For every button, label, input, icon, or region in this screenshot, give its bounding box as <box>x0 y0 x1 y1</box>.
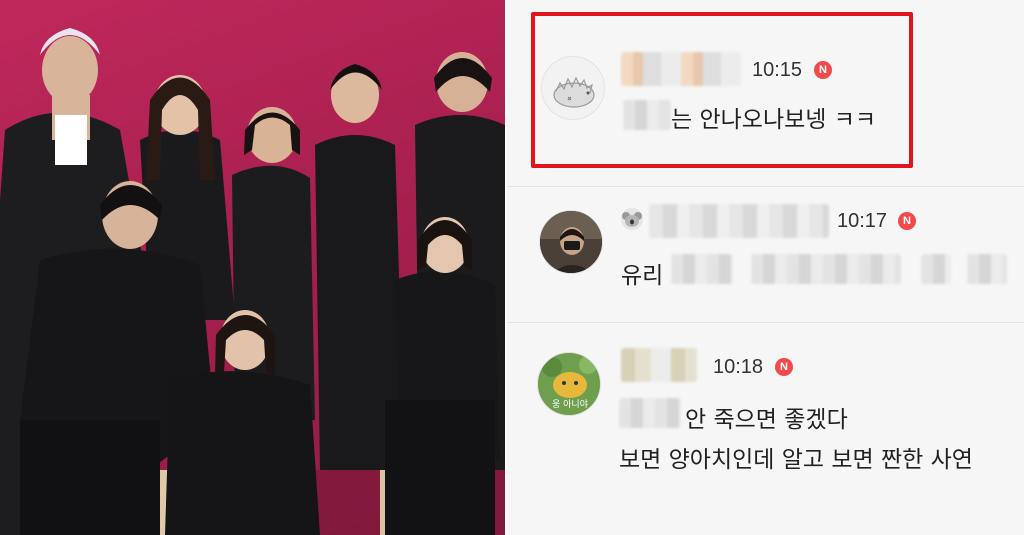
username-redacted <box>649 204 829 238</box>
comment-item: 10:15 N 는 안나오나보넹 ㅋㅋ <box>507 0 1024 190</box>
new-badge-icon: N <box>775 358 793 376</box>
username-redacted <box>621 348 697 382</box>
text-redacted <box>671 254 733 284</box>
text-redacted <box>751 254 901 284</box>
new-badge-icon: N <box>898 212 916 230</box>
comment-text: 유리 <box>621 263 664 289</box>
photo-avatar-icon <box>540 211 602 273</box>
cast-photo <box>0 0 505 535</box>
comment-text-line-2: 보면 양아치인데 알고 보면 짠한 사연 <box>619 447 973 473</box>
comment-time: 10:17 <box>837 210 888 232</box>
comment-time: 10:18 <box>713 356 764 378</box>
avatar-caption: 웅 아니야 <box>552 400 588 410</box>
comment-item: 10:17 N 유리 <box>507 186 1024 326</box>
koala-icon <box>621 208 643 230</box>
comment-item: 웅 아니야 10:18 N 안 죽으면 좋겠다 보면 양아치인데 알고 보면 짠… <box>507 322 1024 535</box>
highlight-box <box>531 12 913 168</box>
user-avatar[interactable] <box>539 210 603 274</box>
text-redacted <box>619 398 681 428</box>
user-avatar[interactable]: 웅 아니야 <box>537 352 601 416</box>
text-redacted <box>921 254 951 284</box>
cast-photo-illustration <box>0 28 505 535</box>
text-redacted <box>967 254 1007 284</box>
comment-list: 10:15 N 는 안나오나보넹 ㅋㅋ 10:17 N 유리 웅 아니야 10:… <box>507 0 1024 535</box>
comment-text-line-1: 안 죽으면 좋겠다 <box>685 407 848 433</box>
